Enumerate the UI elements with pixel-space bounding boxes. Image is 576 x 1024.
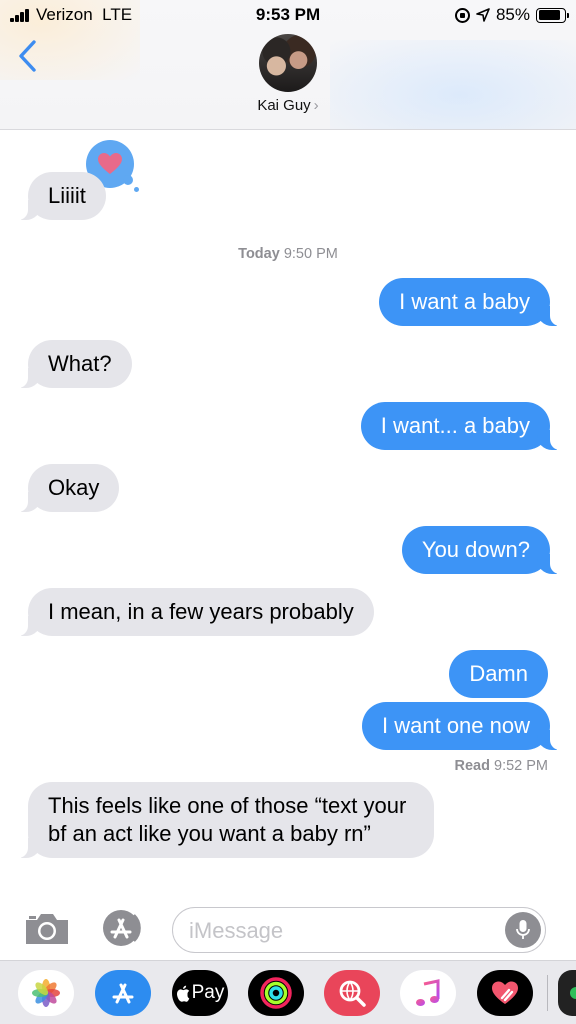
message-text: I want a baby: [399, 289, 530, 314]
timestamp-time: 9:50 PM: [283, 246, 338, 262]
status-bar: Verizon LTE 9:53 PM 85%: [0, 0, 576, 30]
music-app-button[interactable]: [400, 970, 456, 1016]
battery-fill: [538, 10, 560, 20]
message-bubble-incoming[interactable]: What?: [18, 340, 132, 388]
message-bubble-incoming[interactable]: Liiiit: [18, 172, 106, 220]
activity-app-button[interactable]: [248, 970, 304, 1016]
back-button[interactable]: [14, 38, 44, 74]
read-time: 9:52 PM: [494, 758, 548, 774]
chevron-right-icon: ›: [313, 97, 319, 114]
more-app-button[interactable]: [558, 970, 576, 1016]
message-input[interactable]: [189, 918, 489, 944]
chevron-left-icon: [19, 40, 36, 72]
heart-icon: [98, 153, 122, 174]
app-store-app-button[interactable]: [95, 970, 151, 1016]
message-text: Damn: [469, 661, 528, 686]
contact-avatar[interactable]: [259, 34, 317, 92]
battery-percent: 85%: [495, 5, 530, 24]
web-images-app-button[interactable]: [324, 970, 380, 1016]
read-receipt: Read 9:52 PM: [455, 758, 549, 774]
contact-name-button[interactable]: Kai Guy ›: [0, 97, 576, 114]
status-right: 85%: [454, 5, 569, 25]
orientation-lock-icon: [454, 7, 470, 23]
conversation-header: Verizon LTE 9:53 PM 85% Kai Guy ›: [0, 0, 576, 130]
web-images-icon: [339, 980, 366, 1007]
battery-icon: [536, 7, 569, 23]
message-text: I want one now: [382, 713, 530, 738]
activity-icon: [260, 977, 292, 1009]
dictation-button[interactable]: [505, 912, 541, 948]
photos-icon: [32, 979, 60, 1007]
contact-name: Kai Guy: [257, 97, 311, 114]
conversation-timestamp: Today 9:50 PM: [0, 246, 576, 262]
digital-touch-icon: [492, 981, 518, 1004]
app-drawer: Pay: [0, 960, 576, 1024]
tapback-tail: [123, 175, 133, 185]
message-text: What?: [48, 351, 112, 376]
tapback-tail: [134, 187, 139, 192]
message-text: I want... a baby: [380, 413, 530, 438]
message-bubble-incoming[interactable]: This feels like one of those “text your …: [18, 782, 434, 858]
message-text: Liiiit: [48, 183, 86, 208]
drawer-divider: [547, 975, 548, 1011]
apple-pay-label: Pay: [191, 982, 225, 1003]
message-text: This feels like one of those “text your …: [48, 793, 407, 846]
message-text: Okay: [48, 475, 100, 500]
camera-icon: [26, 914, 68, 944]
read-label: Read: [454, 758, 490, 774]
message-text: You down?: [421, 537, 530, 562]
message-bubble-outgoing[interactable]: Damn: [449, 650, 548, 698]
camera-button[interactable]: [24, 912, 70, 946]
location-arrow-icon: [476, 8, 490, 22]
microphone-icon: [516, 920, 530, 939]
input-bar: [0, 898, 576, 960]
message-bubble-outgoing[interactable]: You down?: [401, 526, 561, 574]
message-bubble-outgoing[interactable]: I want one now: [362, 702, 560, 750]
app-store-icon: [112, 983, 134, 1004]
app-store-icon: [103, 910, 141, 946]
header-glow: [330, 40, 576, 129]
message-bubble-incoming[interactable]: I mean, in a few years probably: [18, 588, 374, 636]
photos-app-button[interactable]: [18, 970, 74, 1016]
message-text: I mean, in a few years probably: [48, 599, 354, 624]
apple-pay-app-button[interactable]: Pay: [172, 970, 228, 1016]
app-store-button[interactable]: [96, 908, 148, 948]
message-bubble-outgoing[interactable]: I want a baby: [379, 278, 560, 326]
message-bubble-outgoing[interactable]: I want... a baby: [360, 402, 561, 450]
message-bubble-incoming[interactable]: Okay: [17, 464, 120, 512]
message-input-field[interactable]: [172, 907, 546, 953]
apple-logo-icon: [176, 985, 189, 1002]
digital-touch-app-button[interactable]: [477, 970, 533, 1016]
music-note-icon: [416, 979, 440, 1006]
timestamp-day: Today: [238, 246, 280, 262]
more-app-icon: [570, 987, 576, 999]
